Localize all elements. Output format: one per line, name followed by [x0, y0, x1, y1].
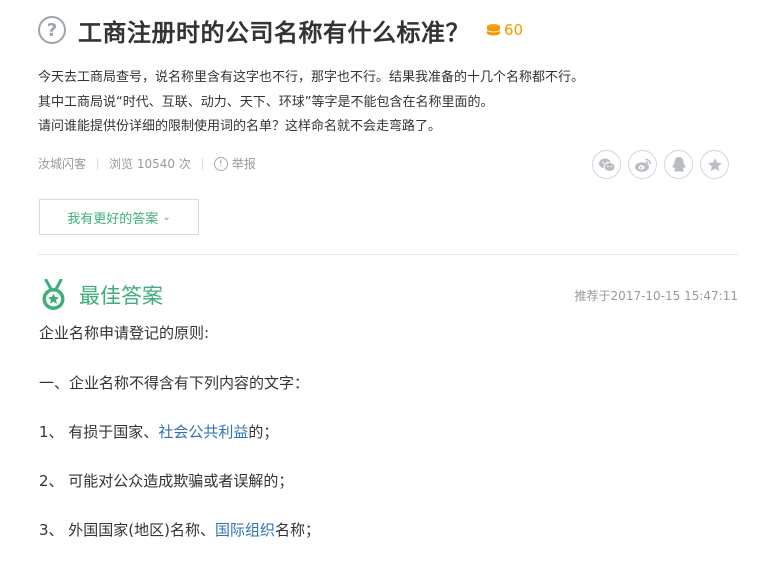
- weibo-icon: [634, 158, 651, 172]
- international-organization-link[interactable]: 国际组织: [215, 521, 275, 539]
- answer-text: 名称；: [275, 521, 321, 539]
- answer-line: 企业名称申请登记的原则:: [39, 324, 210, 342]
- best-answer-title: 最佳答案: [79, 284, 163, 308]
- description-line: 今天去工商局查号，说名称里含有这字也不行，那字也不行。结果我准备的十几个名称都不…: [38, 70, 585, 85]
- reward-value: 60: [504, 21, 524, 39]
- section-divider: [38, 254, 738, 255]
- answer-line: 2、 可能对公众造成欺骗或者误解的；: [39, 472, 294, 490]
- social-public-interest-link[interactable]: 社会公共利益: [158, 423, 248, 441]
- answer-text: 3、 外国国家(地区)名称、: [39, 521, 216, 539]
- answer-line: 一、企业名称不得含有下列内容的文字：: [39, 374, 310, 392]
- recommended-time: 推荐于2017-10-15 15:47:11: [574, 289, 738, 303]
- report-label: 举报: [231, 157, 256, 171]
- question-header: ? 工商注册时的公司名称有什么标准？ 60: [38, 12, 523, 48]
- divider: [97, 157, 99, 170]
- chevron-down-icon: ⌄: [162, 211, 171, 223]
- best-answer-header: 最佳答案 推荐于2017-10-15 15:47:11: [40, 276, 738, 314]
- question-description: 今天去工商局查号，说名称里含有这字也不行，那字也不行。结果我准备的十几个名称都不…: [38, 66, 738, 140]
- qq-icon: [672, 157, 685, 172]
- answer-text: 1、 有损于国家、: [39, 423, 159, 441]
- coin-stack-icon: [486, 24, 501, 36]
- reward-badge: 60: [486, 21, 523, 39]
- view-count: 浏览 10540 次: [109, 157, 191, 171]
- share-weibo-button[interactable]: [628, 150, 657, 179]
- share-wechat-button[interactable]: [592, 150, 621, 179]
- description-line: 其中工商局说“时代、互联、动力、天下、环球”等字是不能包含在名称里面的。: [38, 94, 494, 110]
- question-meta: 汝城闪客 浏览 10540 次 ! 举报: [38, 155, 256, 172]
- favorite-button[interactable]: [700, 150, 729, 179]
- answer-line: 3、 外国国家(地区)名称、国际组织名称；: [39, 519, 320, 540]
- answer-text: 的；: [248, 423, 279, 441]
- favorite-star-icon: [707, 157, 722, 171]
- medal-icon: [42, 278, 65, 310]
- better-answer-button[interactable]: 我有更好的答案 ⌄: [39, 199, 199, 235]
- better-answer-label: 我有更好的答案: [67, 211, 159, 227]
- question-title: 工商注册时的公司名称有什么标准？: [78, 18, 470, 47]
- wechat-icon: [598, 158, 615, 172]
- report-button[interactable]: ! 举报: [213, 155, 256, 172]
- question-circle-icon: ?: [38, 16, 66, 44]
- description-line: 请问谁能提供份详细的限制使用词的名单？这样命名就不会走弯路了。: [38, 119, 442, 134]
- divider: [201, 157, 203, 170]
- share-bar: [592, 150, 736, 179]
- author-link[interactable]: 汝城闪客: [38, 155, 86, 172]
- answer-line: 1、 有损于国家、社会公共利益的；: [39, 421, 278, 442]
- share-qq-button[interactable]: [664, 150, 693, 179]
- report-icon: !: [213, 156, 228, 171]
